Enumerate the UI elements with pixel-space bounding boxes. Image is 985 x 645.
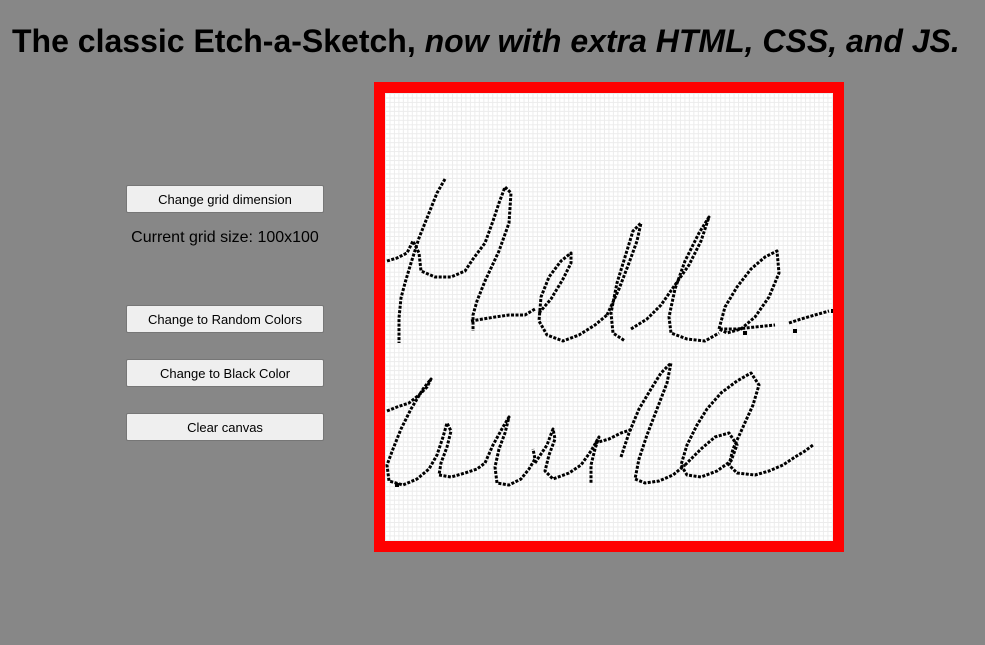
drawing-stroke-o-tail	[788, 309, 830, 325]
clear-canvas-button[interactable]: Clear canvas	[126, 413, 324, 441]
drawing-stroke-world-d	[679, 371, 814, 479]
title-italic: now with extra HTML, CSS, and JS.	[424, 23, 960, 59]
drawing-stroke-l1	[605, 221, 643, 343]
title-plain: The classic Etch-a-Sketch,	[12, 23, 425, 59]
drawing-stroke-h-left	[397, 178, 447, 343]
page-title: The classic Etch-a-Sketch, now with extr…	[12, 22, 960, 60]
drawing-dot-3	[743, 331, 747, 335]
random-colors-button[interactable]: Change to Random Colors	[126, 305, 324, 333]
drawing-stroke-h-crossbar	[386, 185, 513, 331]
drawing-stroke-world-l	[619, 361, 686, 485]
change-grid-dimension-button[interactable]: Change grid dimension	[126, 185, 324, 213]
drawing-stroke-e	[537, 251, 608, 343]
drawing-stroke-world-r-top	[594, 427, 634, 445]
hello-world-drawing	[385, 178, 833, 487]
drawing-dot-1	[831, 309, 833, 313]
sketch-grid-canvas[interactable]	[385, 93, 833, 541]
drawing-dot-4	[395, 483, 399, 487]
drawing-dot-2	[793, 329, 797, 333]
drawing-stroke-w-1	[385, 377, 486, 487]
grid-size-label: Current grid size: 100x100	[131, 229, 319, 246]
drawing-stroke-h-tail	[470, 307, 536, 323]
controls-panel: Change grid dimension Current grid size:…	[126, 185, 324, 441]
drawing-stroke-l2	[630, 215, 720, 343]
etch-a-sketch-page: The classic Etch-a-Sketch, now with extr…	[0, 0, 985, 645]
drawing-stroke-world-r	[533, 427, 601, 483]
black-color-button[interactable]: Change to Black Color	[126, 359, 324, 387]
sketch-frame	[374, 82, 844, 552]
drawing-stroke-world-o	[483, 415, 537, 487]
drawing-stroke-o	[717, 249, 781, 335]
